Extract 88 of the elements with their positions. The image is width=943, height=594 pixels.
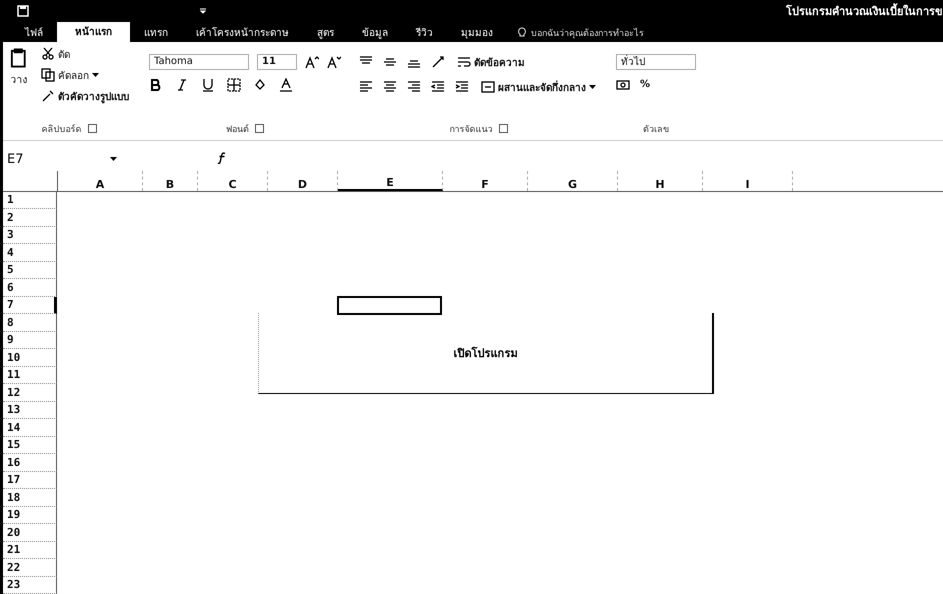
row-header[interactable]: 5 (3, 262, 57, 279)
column-header[interactable]: I (703, 170, 793, 190)
row-header[interactable]: 9 (3, 332, 57, 349)
launcher-icon[interactable] (88, 124, 96, 134)
row-header[interactable]: 3 (3, 226, 57, 244)
column-header[interactable]: B (143, 170, 198, 190)
ribbon-tab[interactable]: ไฟล์ (11, 24, 57, 42)
align-right-icon (407, 80, 421, 94)
align-center-icon (383, 80, 397, 94)
group-label: การจัดแนว (450, 124, 492, 136)
launcher-icon[interactable] (498, 124, 508, 134)
underline-icon (201, 78, 215, 92)
column-header[interactable]: D (268, 170, 338, 190)
font-size-field[interactable]: 11 (257, 54, 297, 70)
row-header[interactable]: 4 (3, 244, 57, 262)
italic-icon (175, 78, 189, 92)
row-header[interactable]: 6 (3, 279, 57, 296)
column-header[interactable]: C (198, 170, 268, 190)
name-box[interactable]: E7 (7, 152, 117, 168)
ribbon-tab[interactable]: แทรก (130, 24, 182, 42)
launcher-icon[interactable] (255, 124, 264, 134)
borders-icon (227, 78, 241, 92)
orientation-icon (431, 55, 445, 70)
scissors-icon (41, 47, 55, 62)
row-header[interactable]: 19 (3, 506, 57, 524)
caret-icon (92, 72, 99, 78)
row-header[interactable]: 15 (3, 436, 57, 454)
paste-button[interactable]: วาง (7, 46, 31, 105)
row-header[interactable]: 7 (3, 296, 57, 314)
ribbon-tab[interactable]: ข้อมูล (348, 24, 402, 42)
group-label: คลิปบอร์ด (42, 123, 82, 136)
number-format-field[interactable]: ทั่วไป (616, 54, 696, 70)
window-title: โปรแกรมคำนวณเงินเบี้ยในการข (786, 2, 943, 20)
row-header[interactable]: 17 (3, 472, 57, 489)
row-header[interactable]: 22 (3, 559, 57, 576)
caret-icon (110, 157, 117, 162)
column-header[interactable]: E (338, 170, 443, 190)
shrink-font-icon (327, 54, 341, 69)
increase-indent-icon (455, 80, 469, 94)
row-header[interactable]: 10 (3, 349, 57, 366)
caret-icon (589, 84, 596, 90)
copy-button[interactable]: คัดลอก (39, 66, 131, 84)
row-header[interactable]: 23 (3, 576, 57, 594)
font-name-field[interactable]: Tahoma (149, 54, 249, 70)
currency-icon (616, 78, 630, 92)
tell-me-field[interactable]: บอกฉันว่าคุณต้องการทำอะไร (531, 26, 644, 40)
grow-font-icon (305, 54, 319, 69)
row-header[interactable]: 13 (3, 402, 57, 419)
brush-icon (41, 89, 55, 104)
align-left-icon (359, 80, 373, 94)
column-header[interactable]: H (618, 170, 703, 190)
lightbulb-icon (517, 27, 527, 38)
ribbon-tab[interactable]: รีวิว (402, 24, 447, 42)
row-header[interactable]: 20 (3, 524, 57, 542)
group-label: ตัวเลข (643, 124, 669, 136)
row-header[interactable]: 2 (3, 209, 57, 226)
function-icon[interactable] (217, 152, 227, 164)
row-header[interactable]: 21 (3, 542, 57, 559)
copy-icon (41, 68, 55, 82)
cut-button[interactable]: ตัด (39, 46, 131, 63)
ribbon-tab[interactable]: มุมมอง (447, 24, 507, 42)
row-header[interactable]: 11 (3, 366, 57, 384)
font-color-icon (279, 78, 293, 92)
wrap-icon (457, 55, 471, 70)
column-header[interactable]: F (443, 170, 528, 190)
save-icon[interactable] (17, 4, 29, 17)
row-header[interactable]: 1 (3, 192, 57, 209)
wrap-text-button[interactable]: ตัดข้อความ (455, 54, 527, 71)
group-label: ฟอนต์ (226, 123, 249, 136)
merge-icon (481, 80, 495, 94)
dropdown-icon[interactable] (199, 8, 207, 14)
column-header[interactable]: A (58, 170, 143, 190)
row-header[interactable]: 14 (3, 419, 57, 436)
column-header[interactable]: G (528, 170, 618, 190)
ribbon-tab[interactable]: หน้าแรก (57, 22, 130, 42)
merge-center-button[interactable]: ผสานและจัดกึ่งกลาง (479, 78, 598, 96)
format-painter-button[interactable]: ตัวคัดวางรูปแบบ (39, 88, 131, 105)
ribbon-tab[interactable]: เค้าโครงหน้ากระดาษ (182, 24, 303, 42)
row-header[interactable]: 12 (3, 384, 57, 402)
row-header[interactable]: 8 (3, 314, 57, 332)
open-program-button[interactable]: เปิดโปรแกรม (258, 312, 714, 394)
fill-color-icon (253, 78, 267, 92)
row-header[interactable]: 18 (3, 489, 57, 506)
decrease-indent-icon (431, 80, 445, 94)
ribbon-tab[interactable]: สูตร (303, 24, 348, 42)
percent-button[interactable]: % (638, 78, 652, 92)
bold-icon (149, 78, 163, 92)
row-header[interactable]: 16 (3, 454, 57, 472)
